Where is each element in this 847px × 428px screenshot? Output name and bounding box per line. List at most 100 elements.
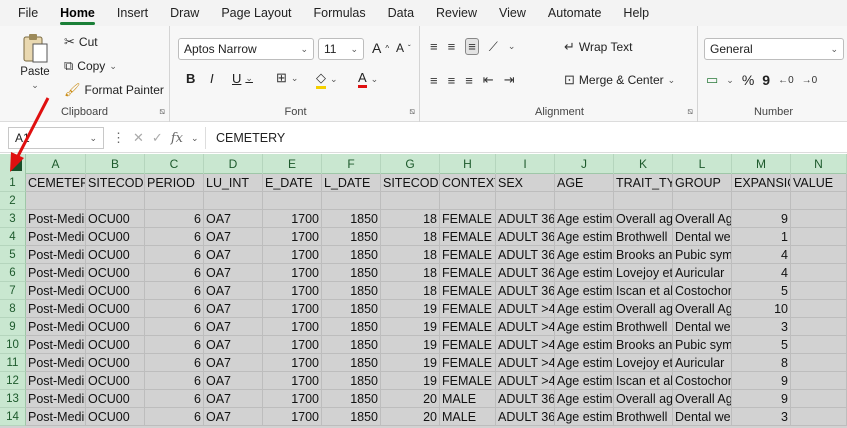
cell[interactable]: FEMALE — [440, 282, 496, 300]
cell[interactable]: 19 — [381, 300, 440, 318]
cell[interactable]: OCU00 — [86, 282, 145, 300]
cell[interactable]: Dental we — [673, 318, 732, 336]
cell[interactable]: Brothwell — [614, 228, 673, 246]
cell[interactable]: 1700 — [263, 300, 322, 318]
row-header[interactable]: 6 — [0, 264, 26, 282]
chevron-down-icon[interactable]: ⌄ — [191, 133, 199, 144]
merge-center-button[interactable]: ⊡ Merge & Center ⌄ — [564, 72, 675, 88]
row-header[interactable]: 2 — [0, 192, 26, 210]
cell[interactable]: Auricular — [673, 264, 732, 282]
cell[interactable]: 6 — [145, 408, 204, 426]
cell[interactable]: FEMALE — [440, 210, 496, 228]
cell[interactable]: 3 — [732, 408, 791, 426]
spreadsheet-grid[interactable]: A B C D E F G H I J K L M N 1CEMETERYSIT… — [0, 154, 847, 428]
cell[interactable]: ADULT 36- — [496, 282, 555, 300]
menu-insert[interactable]: Insert — [117, 6, 148, 20]
dialog-launcher-icon[interactable]: ⧅ — [687, 106, 693, 117]
cell[interactable]: Post-Medi — [26, 282, 86, 300]
cell[interactable]: 1850 — [322, 336, 381, 354]
cell[interactable]: 6 — [145, 300, 204, 318]
cell[interactable]: L_DATE — [322, 174, 381, 192]
column-header[interactable]: N — [791, 154, 847, 174]
shrink-font-button[interactable]: Aˇ — [396, 41, 411, 55]
cell[interactable]: 1700 — [263, 318, 322, 336]
cell[interactable]: 1700 — [263, 246, 322, 264]
cell[interactable]: 4 — [732, 264, 791, 282]
cell[interactable]: Post-Medi — [26, 264, 86, 282]
cell[interactable]: OCU00 — [86, 228, 145, 246]
fill-color-button[interactable]: ◇ ⌄ — [316, 70, 338, 89]
cell[interactable]: Overall ag — [614, 390, 673, 408]
cell[interactable]: 1850 — [322, 390, 381, 408]
cell[interactable]: 6 — [145, 336, 204, 354]
cell[interactable]: OA7 — [204, 210, 263, 228]
cell[interactable]: 1850 — [322, 318, 381, 336]
cell[interactable]: OCU00 — [86, 246, 145, 264]
decrease-decimal-icon[interactable]: →0 — [802, 75, 818, 86]
row-header[interactable]: 10 — [0, 336, 26, 354]
cell[interactable] — [732, 192, 791, 210]
cell[interactable]: ADULT 36- — [496, 408, 555, 426]
percent-button[interactable]: % — [742, 72, 754, 88]
cell[interactable]: ADULT 36- — [496, 264, 555, 282]
cell[interactable]: Age estim — [555, 282, 614, 300]
cell[interactable] — [791, 228, 847, 246]
cell[interactable]: OA7 — [204, 390, 263, 408]
cell[interactable]: Brooks an — [614, 336, 673, 354]
cell[interactable]: OA7 — [204, 300, 263, 318]
enter-icon[interactable]: ✓ — [152, 130, 163, 146]
cell[interactable]: FEMALE — [440, 372, 496, 390]
cell[interactable] — [791, 390, 847, 408]
cell[interactable]: 9 — [732, 390, 791, 408]
cell[interactable]: CEMETERY — [26, 174, 86, 192]
row-header[interactable]: 13 — [0, 390, 26, 408]
menu-automate[interactable]: Automate — [548, 6, 602, 20]
cell[interactable]: Post-Medi — [26, 354, 86, 372]
cell[interactable]: Age estim — [555, 210, 614, 228]
number-format-select[interactable]: General ⌄ — [704, 38, 844, 60]
cell[interactable]: Dental we — [673, 228, 732, 246]
cell[interactable] — [791, 354, 847, 372]
cell[interactable]: 1850 — [322, 372, 381, 390]
cell[interactable]: ADULT 36- — [496, 210, 555, 228]
cell[interactable]: FEMALE — [440, 264, 496, 282]
cell[interactable]: Age estim — [555, 408, 614, 426]
cell[interactable] — [322, 192, 381, 210]
cell[interactable] — [555, 192, 614, 210]
dialog-launcher-icon[interactable]: ⧅ — [159, 106, 165, 117]
align-left-icon[interactable]: ≡ — [430, 73, 438, 88]
row-header[interactable]: 8 — [0, 300, 26, 318]
column-header[interactable]: D — [204, 154, 263, 174]
cell[interactable]: 1700 — [263, 354, 322, 372]
cell[interactable]: 1850 — [322, 408, 381, 426]
cell[interactable]: FEMALE — [440, 300, 496, 318]
cell[interactable]: Pubic sym — [673, 246, 732, 264]
cell[interactable]: Age estim — [555, 300, 614, 318]
cell[interactable]: PERIOD — [145, 174, 204, 192]
column-header[interactable]: C — [145, 154, 204, 174]
cell[interactable]: VALUE — [791, 174, 847, 192]
bold-button[interactable]: B — [186, 71, 195, 86]
row-header[interactable]: 12 — [0, 372, 26, 390]
cell[interactable]: 1850 — [322, 246, 381, 264]
cell[interactable]: Dental we — [673, 408, 732, 426]
align-bottom-icon[interactable]: ≡ — [465, 38, 479, 55]
cell[interactable]: Overall Ag — [673, 300, 732, 318]
column-header[interactable]: H — [440, 154, 496, 174]
cell[interactable]: GROUP — [673, 174, 732, 192]
cell[interactable]: 6 — [145, 318, 204, 336]
cell[interactable]: OA7 — [204, 372, 263, 390]
borders-button[interactable]: ⊞ ⌄ — [276, 70, 298, 86]
cell[interactable]: 1700 — [263, 390, 322, 408]
cell[interactable]: LU_INT — [204, 174, 263, 192]
cell[interactable]: OA7 — [204, 408, 263, 426]
cell[interactable]: OCU00 — [86, 210, 145, 228]
cell[interactable] — [86, 192, 145, 210]
decrease-indent-icon[interactable]: ⇤ — [483, 72, 494, 88]
cell[interactable]: Age estim — [555, 372, 614, 390]
cell[interactable]: 20 — [381, 390, 440, 408]
cell[interactable]: 6 — [145, 372, 204, 390]
cell[interactable]: 19 — [381, 318, 440, 336]
menu-file[interactable]: File — [18, 6, 38, 20]
cell[interactable]: Post-Medi — [26, 246, 86, 264]
